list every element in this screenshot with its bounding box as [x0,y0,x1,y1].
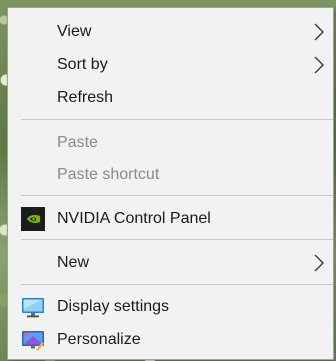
menu-item-new[interactable]: New [8,246,333,279]
menu-item-paste-shortcut-label: Paste shortcut [57,165,160,183]
menu-separator [21,119,333,120]
nvidia-icon [21,206,45,231]
menu-item-sort-by[interactable]: Sort by [8,48,333,81]
menu-item-view-label: View [57,22,92,40]
menu-separator [21,284,333,285]
menu-item-display-settings-label: Display settings [57,297,170,315]
menu-item-nvidia-control-panel[interactable]: NVIDIA Control Panel [8,202,333,235]
menu-item-refresh[interactable]: Refresh [8,81,333,114]
menu-separator [21,195,333,196]
submenu-arrow-icon [313,254,325,272]
menu-item-paste[interactable]: Paste [8,126,333,159]
menu-item-nvidia-control-panel-label: NVIDIA Control Panel [57,209,211,227]
desktop-context-menu: View Sort by Refresh Paste Paste shortcu… [7,7,334,360]
menu-item-paste-label: Paste [57,133,98,151]
menu-item-refresh-label: Refresh [57,88,114,106]
submenu-arrow-icon [313,23,325,41]
personalize-icon [21,328,45,352]
menu-separator [21,239,333,240]
menu-item-new-label: New [57,253,90,271]
menu-item-paste-shortcut[interactable]: Paste shortcut [8,158,333,191]
menu-item-personalize-label: Personalize [57,330,141,348]
menu-item-sort-by-label: Sort by [57,55,108,73]
menu-item-personalize[interactable]: Personalize [8,323,333,356]
submenu-arrow-icon [313,56,325,74]
menu-item-view[interactable]: View [8,15,333,48]
display-settings-icon [21,295,45,319]
menu-item-display-settings[interactable]: Display settings [8,290,333,323]
